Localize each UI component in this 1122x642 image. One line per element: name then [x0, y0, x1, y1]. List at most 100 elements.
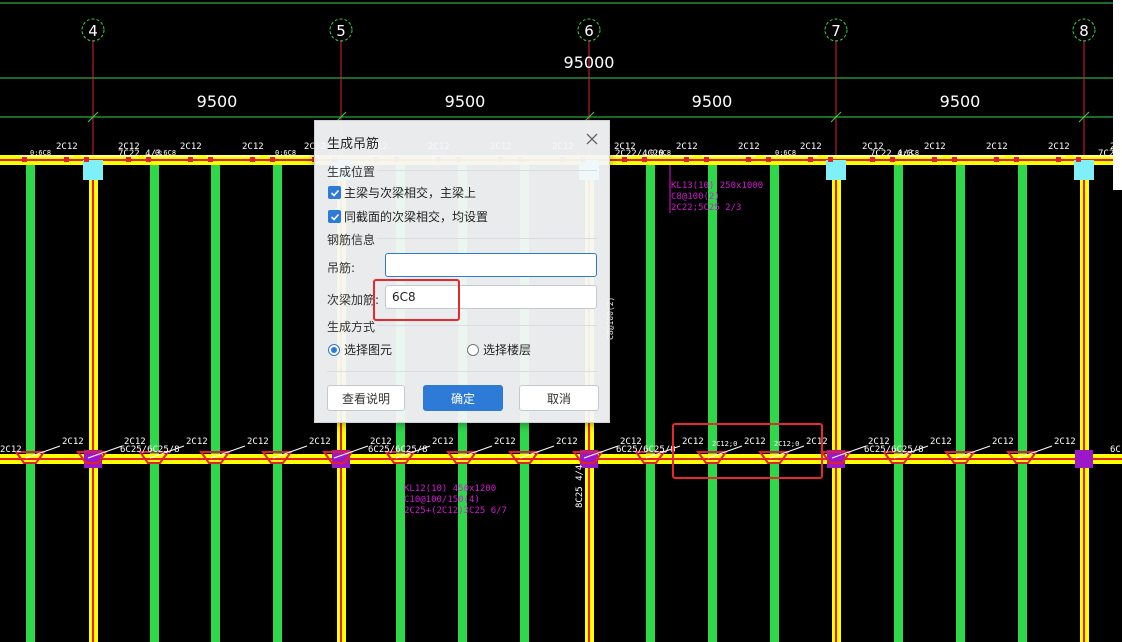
side-toolbar-strip [1113, 0, 1122, 190]
upper-rebar-label: 2C12 [986, 142, 1008, 152]
cancel-button[interactable]: 取消 [519, 385, 599, 411]
vertical-note: 8C25 4/4 [575, 465, 585, 508]
hanger-input[interactable] [385, 253, 597, 277]
hanger-label: 吊筋: [327, 261, 356, 275]
checkbox-same-section-row[interactable]: 同截面的次梁相交，均设置 [328, 208, 488, 225]
lower-beam-label: 2C12 [0, 445, 22, 455]
lower-rebar-label: 2C12 [556, 437, 578, 447]
hanger-small-label: 2C12;0 [774, 440, 799, 448]
close-icon[interactable] [583, 130, 601, 148]
section-divider [377, 238, 597, 239]
secondary-beam [211, 160, 220, 642]
rebar-dot [188, 157, 193, 162]
ok-button[interactable]: 确定 [423, 385, 503, 411]
main-beam-centerline [0, 458, 1122, 460]
checkbox-checked-icon[interactable] [328, 186, 341, 199]
upper-rebar-label: 2C12 [242, 142, 264, 152]
secondary-rebar-input[interactable] [385, 285, 597, 309]
rebar-dot [952, 157, 957, 162]
rebar-dot [746, 157, 751, 162]
rebar-dot [208, 157, 213, 162]
upper-rebar-label: 2C12 [676, 142, 698, 152]
stirrup-label: 0;6C8 [155, 149, 176, 157]
checkbox-checked-icon[interactable] [328, 210, 341, 223]
beam-note-bottom-line: 2C25+(2C12)3C25 6/7 [404, 506, 507, 516]
lower-rebar-label: 2C12 [682, 437, 704, 447]
column-bottom [1075, 450, 1093, 468]
lower-rebar-label: 2C12 [309, 437, 331, 447]
secondary-beam [26, 160, 35, 642]
axis-label: 4 [88, 22, 98, 40]
rebar-dot [766, 157, 771, 162]
beam-note-top-line: KL13(10) 250x1000 [671, 181, 763, 191]
secondary-beam [273, 160, 282, 642]
secondary-beam [708, 160, 717, 642]
lower-rebar-label: 2C12 [806, 437, 828, 447]
stirrup-label: 0;6C8 [275, 149, 296, 157]
dim-total-text: 95000 [564, 53, 615, 72]
footer-divider [327, 371, 597, 372]
secondary-beam [894, 160, 903, 642]
beam-note-top-line: C8@100(2) [671, 192, 720, 202]
lower-beam-label: 6C25/6C25/8 [120, 445, 180, 455]
upper-rebar-label: 2C12 [924, 142, 946, 152]
dialog-title: 生成吊筋 [327, 137, 380, 152]
radio-select-element-label: 选择图元 [344, 343, 393, 357]
radio-select-element-row[interactable]: 选择图元 [328, 341, 392, 358]
radio-unselected-icon[interactable] [467, 343, 479, 356]
radio-selected-icon[interactable] [328, 343, 340, 356]
lower-rebar-label: 2C12 [62, 437, 84, 447]
section-divider [377, 170, 597, 171]
section-rebar-heading: 钢筋信息 [327, 233, 376, 247]
lower-rebar-label: 2C12 [744, 437, 766, 447]
rebar-dot [704, 157, 709, 162]
beam-note-top-line: 2C22;5C25 2/3 [671, 203, 741, 213]
section-method-heading: 生成方式 [327, 320, 376, 334]
stirrup-label: 0;6C8 [775, 149, 796, 157]
stirrup-label: 0;6C8 [30, 149, 51, 157]
checkbox-main-secondary-row[interactable]: 主梁与次梁相交，主梁上 [328, 184, 476, 201]
rebar-dot [250, 157, 255, 162]
stirrup-label: 0;6C8 [898, 149, 919, 157]
hanger-small-label: 2C12;0 [712, 440, 737, 448]
axis-line-inner [1083, 160, 1085, 642]
secondary-beam [770, 160, 779, 642]
lower-rebar-label: 2C12 [930, 437, 952, 447]
lower-rebar-label: 2C12 [1054, 437, 1076, 447]
axis-label: 5 [336, 22, 346, 40]
rebar-dot [1056, 157, 1061, 162]
rebar-dot [84, 157, 89, 162]
lower-rebar-label: 2C12 [247, 437, 269, 447]
upper-rebar-label: 2C12 [56, 142, 78, 152]
rebar-dot [64, 157, 69, 162]
dim-span-text: 9500 [197, 92, 238, 111]
upper-rebar-label: 2C12 [180, 142, 202, 152]
lower-beam-label: 6C25/6C25/8 [616, 445, 676, 455]
secondary-beam [956, 160, 965, 642]
lower-rebar-label: 2C12 [992, 437, 1014, 447]
rebar-dot [828, 157, 833, 162]
section-divider [377, 325, 597, 326]
beam-note-bottom-line: KL12(10) 450x1200 [404, 484, 496, 494]
axis-label: 8 [1079, 22, 1089, 40]
checkbox-main-secondary-label: 主梁与次梁相交，主梁上 [344, 186, 477, 200]
axis-line-inner [835, 160, 837, 642]
rebar-dot [22, 157, 27, 162]
axis-label: 6 [584, 22, 594, 40]
column-top [83, 160, 103, 180]
secondary-beam [1018, 160, 1027, 642]
lower-beam-label: 6C25/6C25/8 [864, 445, 924, 455]
upper-rebar-label: 2C12 [1048, 142, 1070, 152]
column-top [826, 160, 846, 180]
view-help-button[interactable]: 查看说明 [327, 385, 405, 411]
stirrup-label: 0;6C8 [650, 149, 671, 157]
upper-beam-label: 7C2 [1098, 149, 1114, 159]
rebar-dot [1014, 157, 1019, 162]
axis-line-inner [92, 160, 94, 642]
lower-rebar-label: 2C12 [432, 437, 454, 447]
rebar-dot [994, 157, 999, 162]
lower-beam-label: 6C [1110, 445, 1121, 455]
dim-span-text: 9500 [445, 92, 486, 111]
radio-select-floor-row[interactable]: 选择楼层 [467, 341, 531, 358]
beam-note-bottom-line: C10@100/150(4) [404, 495, 480, 505]
